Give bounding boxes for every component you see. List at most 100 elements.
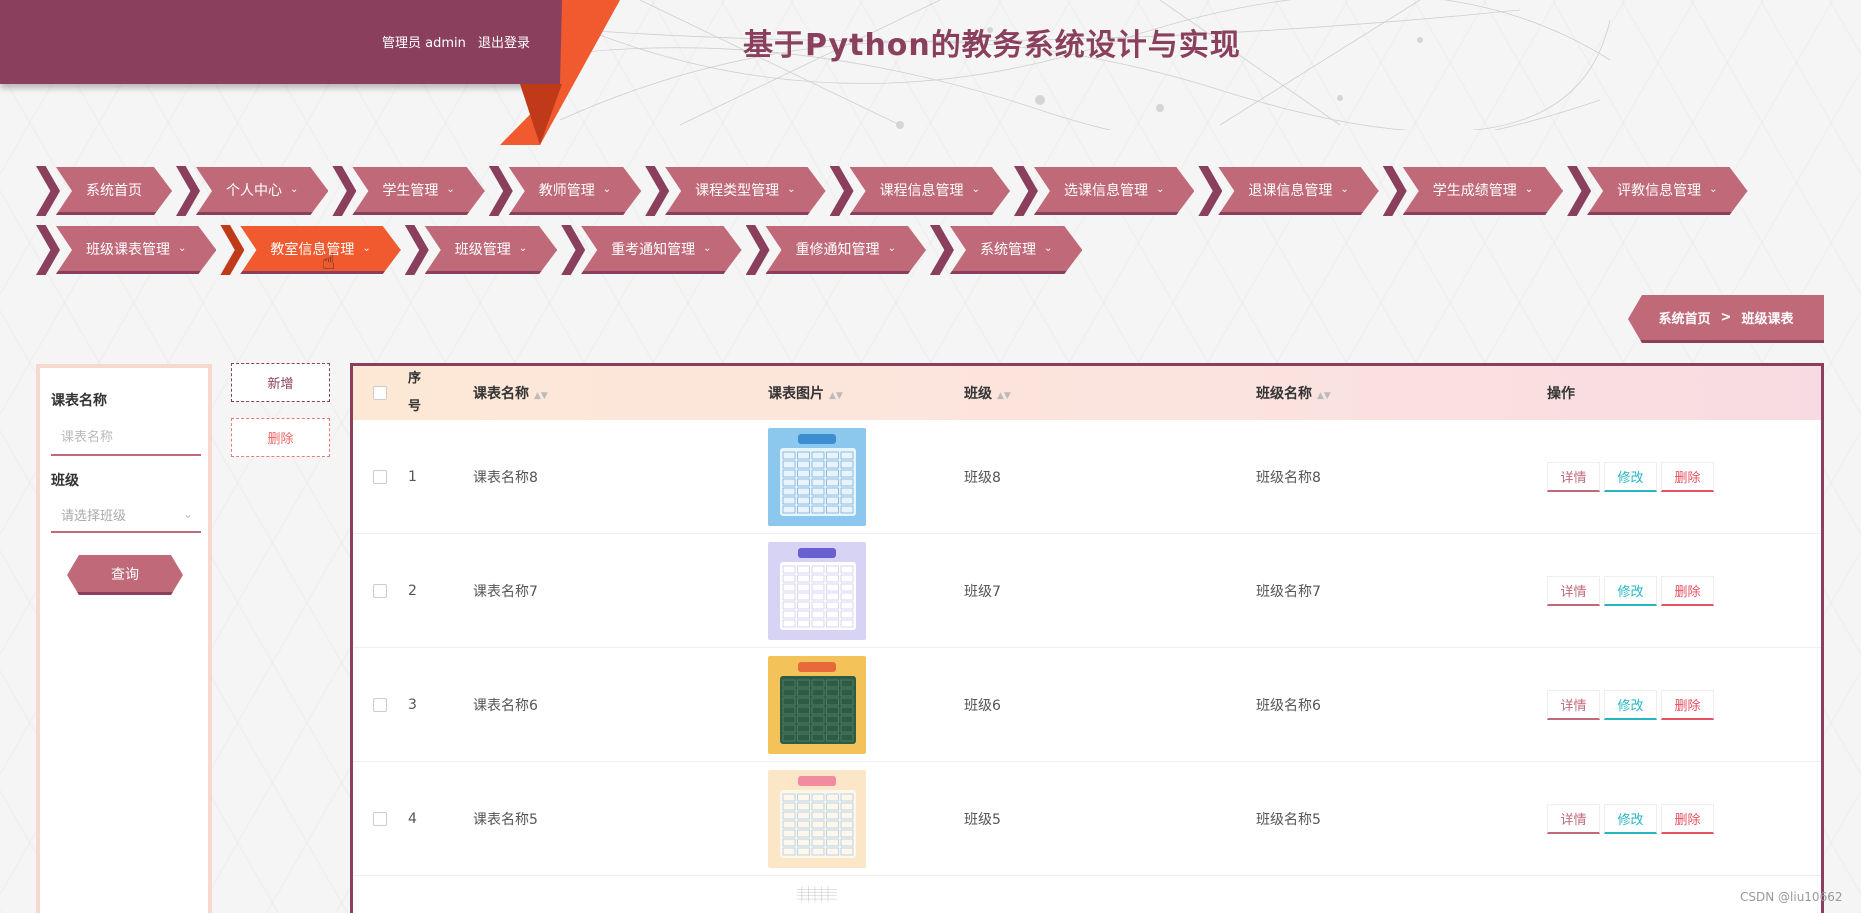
detail-button[interactable]: 详情 xyxy=(1547,461,1600,492)
nav-item-row1-4[interactable]: 课程类型管理 ⌄ xyxy=(645,166,825,216)
chevron-down-icon: ⌄ xyxy=(178,243,187,254)
nav-item-body[interactable]: 重考通知管理 ⌄ xyxy=(581,226,741,274)
row-class-name: 班级名称5 xyxy=(1256,811,1321,828)
row-class: 班级6 xyxy=(964,697,1001,714)
nav-item-body[interactable]: 重修通知管理 ⌄ xyxy=(766,226,926,274)
nav-item-label: 评教信息管理 xyxy=(1617,182,1702,199)
nav-chevron-decoration xyxy=(829,166,854,216)
nav-item-row2-2[interactable]: 班级管理 ⌄ xyxy=(404,225,557,275)
select-all-checkbox[interactable] xyxy=(373,386,387,400)
remove-button[interactable]: 删除 xyxy=(1661,803,1714,834)
nav-item-body[interactable]: 退课信息管理 ⌄ xyxy=(1218,167,1378,215)
sort-icon[interactable]: ▲▼ xyxy=(829,391,843,401)
nav-item-body[interactable]: 选课信息管理 ⌄ xyxy=(1034,167,1194,215)
row-checkbox[interactable] xyxy=(373,469,387,484)
nav-item-label: 系统首页 xyxy=(86,182,142,199)
edit-button[interactable]: 修改 xyxy=(1604,689,1657,720)
site-title: 基于Python的教务系统设计与实现 xyxy=(743,28,1241,63)
user-info: 管理员 admin 退出登录 xyxy=(382,32,538,51)
column-index: 序号 xyxy=(408,366,473,421)
nav-item-body[interactable]: 教师管理 ⌄ xyxy=(509,167,641,215)
row-class: 班级7 xyxy=(964,583,1001,600)
chevron-down-icon: ⌄ xyxy=(1043,243,1053,254)
nav-row-2: 班级课表管理 ⌄ 教室信息管理 ⌄ 班级管理 ⌄ 重考通知管理 ⌄ 重修通知管理 ⌄ 系统管理 ⌄ xyxy=(36,225,1086,275)
nav-item-row1-2[interactable]: 学生管理 ⌄ xyxy=(332,166,484,216)
row-course-name: 课表名称8 xyxy=(473,469,538,486)
nav-item-row2-0[interactable]: 班级课表管理 ⌄ xyxy=(36,225,216,275)
nav-item-body[interactable]: 系统管理 ⌄ xyxy=(950,226,1082,274)
nav-item-row1-9[interactable]: 评教信息管理 ⌄ xyxy=(1567,166,1747,216)
course-name-input[interactable] xyxy=(51,420,201,456)
nav-item-body[interactable]: 个人中心 ⌄ xyxy=(196,167,328,215)
column-name[interactable]: 课表名称 ▲▼ xyxy=(473,383,768,403)
search-panel: 课表名称 班级 请选择班级 ⌄ 查询 xyxy=(36,364,212,913)
row-checkbox[interactable] xyxy=(373,811,387,826)
nav-item-body[interactable]: 系统首页 xyxy=(56,167,172,215)
nav-item-body[interactable]: 评教信息管理 ⌄ xyxy=(1587,167,1747,215)
schedule-thumbnail[interactable] xyxy=(768,541,866,640)
nav-item-row1-7[interactable]: 退课信息管理 ⌄ xyxy=(1198,166,1378,216)
row-index: 3 xyxy=(408,696,417,713)
schedule-thumbnail[interactable] xyxy=(768,886,866,913)
edit-button[interactable]: 修改 xyxy=(1604,803,1657,834)
remove-button[interactable]: 删除 xyxy=(1661,689,1714,720)
column-class-name[interactable]: 班级名称 ▲▼ xyxy=(1256,383,1547,403)
nav-item-body[interactable]: 教室信息管理 ⌄ xyxy=(240,226,400,274)
nav-item-row1-1[interactable]: 个人中心 ⌄ xyxy=(176,166,328,216)
table-body: 1 课表名称8 班级8 班级名称8 详情 修改 删除 2 课表名称7 班级7 班级名称7 详情 修改 删除… xyxy=(353,420,1821,876)
nav-chevron-decoration xyxy=(404,225,429,275)
schedule-thumbnail[interactable] xyxy=(768,769,866,868)
nav-chevron-decoration xyxy=(1013,166,1038,216)
column-image[interactable]: 课表图片 ▲▼ xyxy=(768,383,964,403)
nav-item-row1-5[interactable]: 课程信息管理 ⌄ xyxy=(829,166,1010,216)
nav-item-body[interactable]: 课程类型管理 ⌄ xyxy=(665,167,825,215)
table-row: 3 课表名称6 班级6 班级名称6 详情 修改 删除 xyxy=(353,648,1821,762)
detail-button[interactable]: 详情 xyxy=(1547,689,1600,720)
nav-item-body[interactable]: 班级课表管理 ⌄ xyxy=(56,226,216,274)
sort-icon[interactable]: ▲▼ xyxy=(534,391,548,401)
remove-button[interactable]: 删除 xyxy=(1661,575,1714,606)
nav-item-body[interactable]: 学生成绩管理 ⌄ xyxy=(1403,167,1563,215)
nav-item-row1-8[interactable]: 学生成绩管理 ⌄ xyxy=(1382,166,1563,216)
edit-button[interactable]: 修改 xyxy=(1604,461,1657,492)
nav-chevron-decoration xyxy=(561,225,586,275)
nav-item-row1-3[interactable]: 教师管理 ⌄ xyxy=(488,166,641,216)
nav-item-row2-3[interactable]: 重考通知管理 ⌄ xyxy=(561,225,741,275)
course-name-label: 课表名称 xyxy=(51,393,107,409)
logout-link[interactable]: 退出登录 xyxy=(478,36,530,51)
query-button[interactable]: 查询 xyxy=(67,555,183,595)
detail-button[interactable]: 详情 xyxy=(1547,803,1600,834)
nav-item-row2-5[interactable]: 系统管理 ⌄ xyxy=(929,225,1082,275)
nav-item-body[interactable]: 班级管理 ⌄ xyxy=(425,226,557,274)
column-class[interactable]: 班级 ▲▼ xyxy=(964,383,1256,403)
nav-item-row1-6[interactable]: 选课信息管理 ⌄ xyxy=(1013,166,1194,216)
row-checkbox[interactable] xyxy=(373,583,387,598)
nav-item-row2-4[interactable]: 重修通知管理 ⌄ xyxy=(745,225,926,275)
row-checkbox[interactable] xyxy=(373,697,387,712)
add-button[interactable]: 新增 xyxy=(231,363,330,402)
breadcrumb-home[interactable]: 系统首页 xyxy=(1659,308,1711,327)
nav-item-row2-1[interactable]: 教室信息管理 ⌄ xyxy=(220,225,400,275)
remove-button[interactable]: 删除 xyxy=(1661,461,1714,492)
row-class: 班级8 xyxy=(964,469,1001,486)
sort-icon[interactable]: ▲▼ xyxy=(1317,391,1331,401)
nav-item-label: 个人中心 xyxy=(226,182,282,199)
class-select[interactable]: 请选择班级 ⌄ xyxy=(51,497,201,533)
schedule-table: 序号 课表名称 ▲▼ 课表图片 ▲▼ 班级 ▲▼ 班级名称 ▲▼ 操作 1 课表名称8 班级… xyxy=(350,363,1824,913)
delete-button[interactable]: 删除 xyxy=(231,418,330,457)
detail-button[interactable]: 详情 xyxy=(1547,575,1600,606)
watermark: CSDN @liu10662 xyxy=(1740,890,1843,904)
nav-item-row1-0[interactable]: 系统首页 xyxy=(36,166,172,216)
nav-item-body[interactable]: 课程信息管理 ⌄ xyxy=(850,167,1010,215)
table-row-partial xyxy=(353,876,1821,913)
schedule-thumbnail[interactable] xyxy=(768,655,866,754)
schedule-thumbnail[interactable] xyxy=(768,427,866,526)
nav-item-label: 重修通知管理 xyxy=(795,241,880,258)
row-class: 班级5 xyxy=(964,811,1001,828)
edit-button[interactable]: 修改 xyxy=(1604,575,1657,606)
class-select-placeholder: 请选择班级 xyxy=(61,508,127,524)
nav-chevron-decoration xyxy=(645,166,670,216)
sort-icon[interactable]: ▲▼ xyxy=(997,391,1011,401)
nav-item-label: 班级管理 xyxy=(454,241,511,258)
nav-item-body[interactable]: 学生管理 ⌄ xyxy=(352,167,484,215)
